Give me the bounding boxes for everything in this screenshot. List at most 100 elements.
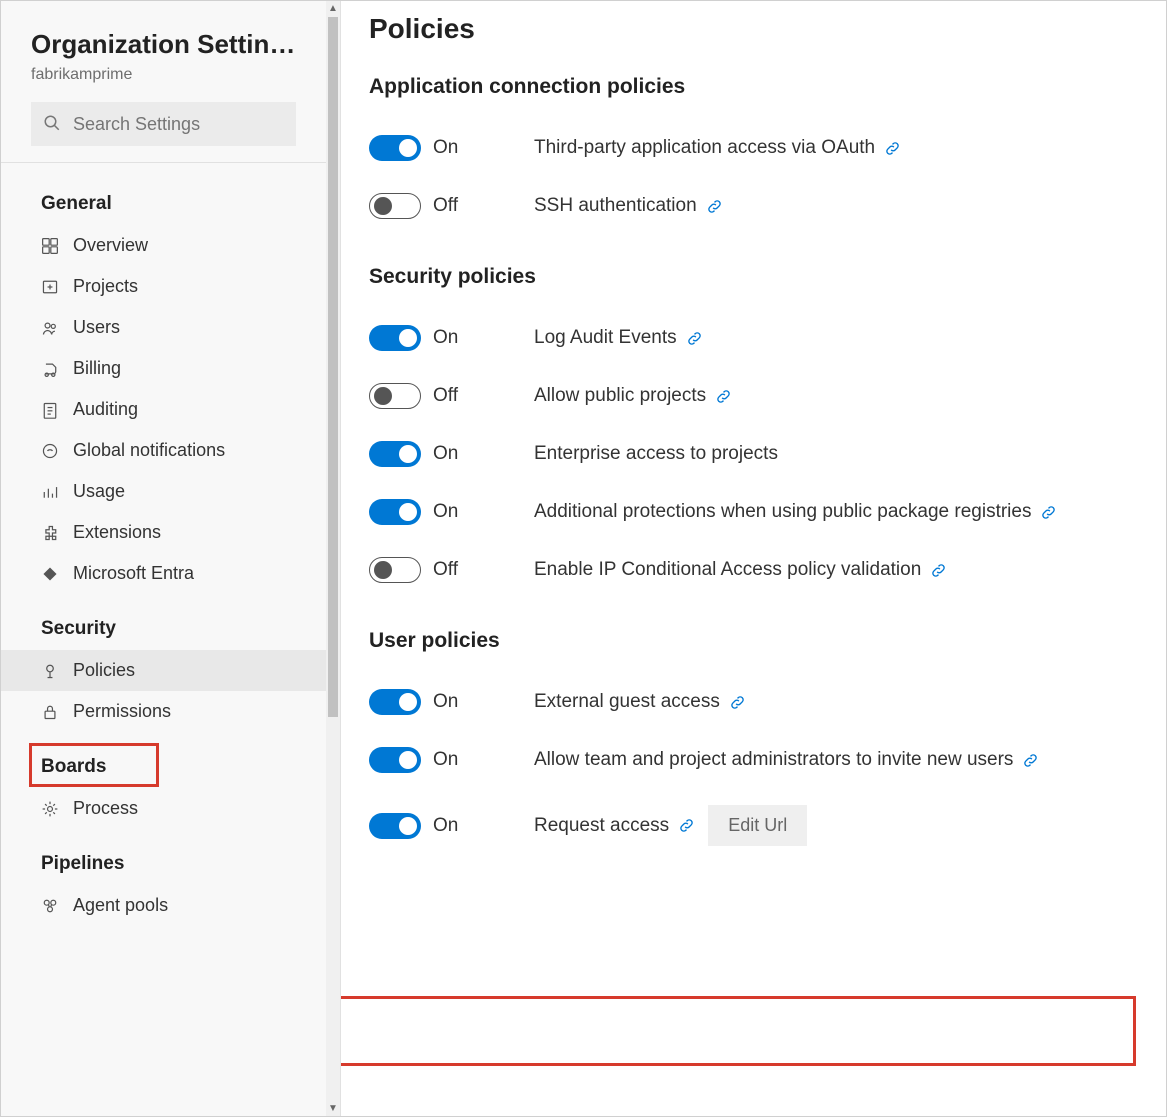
policy-label: External guest access bbox=[534, 691, 720, 713]
sidebar-item-label: Agent pools bbox=[73, 895, 168, 916]
sidebar-item-label: Projects bbox=[73, 276, 138, 297]
sidebar-item-global-notifications[interactable]: Global notifications bbox=[1, 430, 326, 471]
toggle-state-label: On bbox=[433, 327, 458, 349]
toggle[interactable] bbox=[369, 193, 421, 219]
sidebar-item-label: Users bbox=[73, 317, 120, 338]
scrollbar-thumb[interactable] bbox=[328, 17, 338, 717]
sidebar-item-usage[interactable]: Usage bbox=[1, 471, 326, 512]
link-icon[interactable] bbox=[730, 695, 745, 710]
overview-icon bbox=[41, 237, 59, 255]
section-title: User policies bbox=[369, 629, 1146, 653]
toggle-state-label: Off bbox=[433, 385, 458, 407]
agentpools-icon bbox=[41, 897, 59, 915]
toggle-state-label: Off bbox=[433, 195, 458, 217]
sidebar-item-label: Billing bbox=[73, 358, 121, 379]
link-icon[interactable] bbox=[931, 563, 946, 578]
toggle[interactable] bbox=[369, 135, 421, 161]
sidebar-item-label: Usage bbox=[73, 481, 125, 502]
sidebar-item-microsoft-entra[interactable]: Microsoft Entra bbox=[1, 553, 326, 594]
search-icon bbox=[43, 114, 61, 135]
notifications-icon bbox=[41, 442, 59, 460]
sidebar-item-billing[interactable]: Billing bbox=[1, 348, 326, 389]
nav-group-title: Security bbox=[1, 594, 326, 650]
sidebar-title: Organization Settin… bbox=[31, 29, 296, 60]
sidebar-item-label: Process bbox=[73, 798, 138, 819]
policy-label: Allow team and project administrators to… bbox=[534, 749, 1013, 771]
sidebar-item-extensions[interactable]: Extensions bbox=[1, 512, 326, 553]
sidebar-item-label: Policies bbox=[73, 660, 135, 681]
sidebar-item-auditing[interactable]: Auditing bbox=[1, 389, 326, 430]
sidebar-scrollbar[interactable]: ▲ ▼ bbox=[326, 1, 340, 1116]
toggle[interactable] bbox=[369, 813, 421, 839]
policy-row: Off SSH authentication bbox=[369, 177, 1146, 235]
policy-row: On External guest access bbox=[369, 673, 1146, 731]
sidebar-item-label: Auditing bbox=[73, 399, 138, 420]
sidebar-item-label: Extensions bbox=[73, 522, 161, 543]
sidebar-item-label: Overview bbox=[73, 235, 148, 256]
link-icon[interactable] bbox=[707, 199, 722, 214]
policy-label: Third-party application access via OAuth bbox=[534, 137, 875, 159]
sidebar-item-agent-pools[interactable]: Agent pools bbox=[1, 885, 326, 926]
sidebar-item-label: Microsoft Entra bbox=[73, 563, 194, 584]
link-icon[interactable] bbox=[885, 141, 900, 156]
toggle[interactable] bbox=[369, 499, 421, 525]
scroll-down-icon[interactable]: ▼ bbox=[328, 1103, 338, 1114]
sidebar-item-projects[interactable]: Projects bbox=[1, 266, 326, 307]
toggle[interactable] bbox=[369, 747, 421, 773]
policy-label: Additional protections when using public… bbox=[534, 501, 1031, 523]
nav-group-title: General bbox=[1, 169, 326, 225]
toggle[interactable] bbox=[369, 689, 421, 715]
entra-icon bbox=[41, 565, 59, 583]
toggle-state-label: On bbox=[433, 815, 458, 837]
sidebar-org-name: fabrikamprime bbox=[31, 66, 296, 84]
toggle[interactable] bbox=[369, 325, 421, 351]
permissions-icon bbox=[41, 703, 59, 721]
users-icon bbox=[41, 319, 59, 337]
nav-group-title: Pipelines bbox=[1, 829, 326, 885]
sidebar-item-overview[interactable]: Overview bbox=[1, 225, 326, 266]
policy-row: OnLog Audit Events bbox=[369, 309, 1146, 367]
extensions-icon bbox=[41, 524, 59, 542]
search-input[interactable] bbox=[71, 113, 284, 136]
policy-row: OnEnterprise access to projects bbox=[369, 425, 1146, 483]
policies-icon bbox=[41, 662, 59, 680]
policy-row: OffEnable IP Conditional Access policy v… bbox=[369, 541, 1146, 599]
toggle[interactable] bbox=[369, 383, 421, 409]
link-icon[interactable] bbox=[716, 389, 731, 404]
request-access-highlight bbox=[341, 996, 1136, 1066]
scroll-up-icon[interactable]: ▲ bbox=[328, 3, 338, 14]
sidebar-item-permissions[interactable]: Permissions bbox=[1, 691, 326, 732]
toggle[interactable] bbox=[369, 557, 421, 583]
policy-row: On Additional protections when using publ… bbox=[369, 483, 1146, 541]
sidebar-item-process[interactable]: Process bbox=[1, 788, 326, 829]
policy-label: Request access bbox=[534, 815, 669, 837]
billing-icon bbox=[41, 360, 59, 378]
link-icon[interactable] bbox=[1041, 505, 1056, 520]
projects-icon bbox=[41, 278, 59, 296]
toggle-state-label: On bbox=[433, 137, 458, 159]
sidebar-item-users[interactable]: Users bbox=[1, 307, 326, 348]
toggle-state-label: On bbox=[433, 501, 458, 523]
link-icon[interactable] bbox=[1023, 753, 1038, 768]
edit-url-button[interactable]: Edit Url bbox=[708, 805, 807, 846]
sidebar: Organization Settin… fabrikamprime Gener… bbox=[1, 1, 341, 1116]
policy-label: SSH authentication bbox=[534, 195, 697, 217]
policy-label: Enterprise access to projects bbox=[534, 443, 778, 465]
section-title: Application connection policies bbox=[369, 75, 1146, 99]
policy-label: Allow public projects bbox=[534, 385, 706, 407]
policy-row: OnAllow team and project administrators … bbox=[369, 731, 1146, 789]
toggle-state-label: On bbox=[433, 691, 458, 713]
main-content: Policies Application connection policies… bbox=[341, 1, 1166, 1116]
process-icon bbox=[41, 800, 59, 818]
sidebar-item-policies[interactable]: Policies bbox=[1, 650, 326, 691]
section-title: Security policies bbox=[369, 265, 1146, 289]
divider bbox=[1, 162, 326, 163]
policy-label: Enable IP Conditional Access policy vali… bbox=[534, 559, 921, 581]
usage-icon bbox=[41, 483, 59, 501]
page-title: Policies bbox=[369, 13, 1146, 45]
search-box[interactable] bbox=[31, 102, 296, 146]
policy-row: On Third-party application access via OAu… bbox=[369, 119, 1146, 177]
link-icon[interactable] bbox=[687, 331, 702, 346]
toggle[interactable] bbox=[369, 441, 421, 467]
link-icon[interactable] bbox=[679, 818, 694, 833]
